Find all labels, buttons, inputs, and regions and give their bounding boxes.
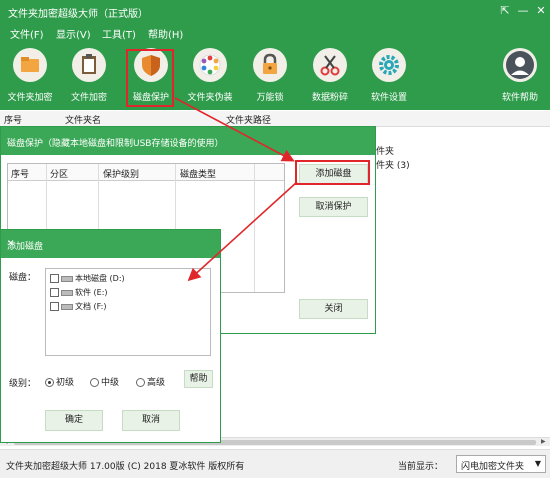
display-label: 当前显示： bbox=[398, 462, 444, 472]
display-value: 闪电加密文件夹 bbox=[461, 462, 525, 472]
toolbar-label: 文件加密 bbox=[70, 93, 107, 103]
radio-label: 中级 bbox=[101, 378, 120, 388]
checkbox[interactable] bbox=[50, 274, 59, 283]
ok-button[interactable]: 确定 bbox=[45, 410, 103, 431]
level-label: 级别： bbox=[9, 379, 37, 389]
title-bar: 文件夹加密超级大师（正式版） ⇱ — ✕ bbox=[0, 0, 550, 22]
table-header: 序号 分区 保护级别 磁盘类型 bbox=[8, 164, 284, 181]
drive-icon bbox=[61, 303, 73, 310]
cancel-button[interactable]: 取消 bbox=[122, 410, 180, 431]
dialog-title: 磁盘保护（隐藏本地磁盘和限制USB存储设备的使用） bbox=[7, 139, 224, 149]
toolbar-help[interactable]: 软件帮助 bbox=[490, 48, 550, 103]
column-index[interactable]: 序号 bbox=[4, 113, 22, 126]
toolbar-universal-lock[interactable]: 万能锁 bbox=[240, 48, 300, 103]
app-title: 文件夹加密超级大师（正式版） bbox=[8, 9, 148, 20]
disk-name: 软件 (E:) bbox=[75, 288, 108, 297]
clipboard-icon bbox=[72, 48, 106, 82]
toolbar-label: 文件夹伪装 bbox=[187, 93, 233, 103]
menu-view[interactable]: 显示(V) bbox=[56, 26, 91, 41]
list-row[interactable]: 件夹 bbox=[376, 144, 394, 157]
radio-label: 高级 bbox=[147, 378, 166, 388]
toolbar-settings[interactable]: 软件设置 bbox=[359, 48, 419, 103]
dialog-title-bar: 磁盘保护（隐藏本地磁盘和限制USB存储设备的使用） bbox=[1, 127, 375, 155]
toolbar-folder-disguise[interactable]: 文件夹伪装 bbox=[180, 48, 240, 103]
radio-icon bbox=[136, 378, 145, 387]
close-icon[interactable]: ✕ bbox=[534, 4, 548, 17]
cancel-protect-button[interactable]: 取消保护 bbox=[299, 197, 368, 217]
list-header: 序号 文件夹名 文件夹路径 bbox=[0, 111, 550, 127]
disk-item-d[interactable]: 本地磁盘 (D:) bbox=[50, 273, 125, 285]
radio-label: 初级 bbox=[56, 378, 75, 388]
add-disk-dialog: 添加磁盘 ✕ 磁盘： 本地磁盘 (D:) 软件 (E:) 文档 (F:) 级别：… bbox=[0, 229, 221, 443]
column-index: 序号 bbox=[11, 170, 30, 180]
copyright-text: 文件夹加密超级大师 17.00版 (C) 2018 夏冰软件 版权所有 bbox=[6, 462, 245, 472]
folder-icon bbox=[13, 48, 47, 82]
disk-label: 磁盘： bbox=[9, 273, 37, 283]
disk-item-e[interactable]: 软件 (E:) bbox=[50, 287, 108, 299]
user-icon bbox=[503, 48, 537, 82]
toolbar-label: 软件帮助 bbox=[501, 93, 538, 103]
column-protect-level: 保护级别 bbox=[103, 170, 140, 180]
column-partition: 分区 bbox=[50, 170, 69, 180]
radio-icon bbox=[45, 378, 54, 387]
disk-name: 文档 (F:) bbox=[75, 302, 107, 311]
toolbar-label: 软件设置 bbox=[370, 93, 407, 103]
menu-bar: 文件(F) 显示(V) 工具(T) 帮助(H) bbox=[0, 24, 550, 41]
minimize-icon[interactable]: — bbox=[516, 4, 530, 17]
drive-icon bbox=[61, 275, 73, 282]
level-radio-high[interactable]: 高级 bbox=[136, 375, 165, 388]
toolbar-label: 文件夹加密 bbox=[7, 93, 53, 103]
toolbar-file-encrypt[interactable]: 文件加密 bbox=[59, 48, 119, 103]
palette-icon bbox=[193, 48, 227, 82]
toolbar-data-shred[interactable]: 数据粉碎 bbox=[300, 48, 360, 103]
toolbar-folder-encrypt[interactable]: 文件夹加密 bbox=[0, 48, 60, 103]
menu-help[interactable]: 帮助(H) bbox=[148, 26, 183, 41]
toolbar-label: 万能锁 bbox=[256, 93, 284, 103]
disk-item-f[interactable]: 文档 (F:) bbox=[50, 301, 106, 313]
lock-icon bbox=[253, 48, 287, 82]
close-button[interactable]: 关闭 bbox=[299, 299, 368, 319]
toolbar-label: 数据粉碎 bbox=[311, 93, 348, 103]
highlight-add-disk bbox=[295, 160, 370, 185]
status-bar: 文件夹加密超级大师 17.00版 (C) 2018 夏冰软件 版权所有 当前显示… bbox=[0, 449, 550, 478]
list-row[interactable]: 件夹 (3) bbox=[376, 158, 410, 171]
gear-icon bbox=[372, 48, 406, 82]
column-divider bbox=[254, 164, 255, 292]
chevron-down-icon: ▼ bbox=[534, 459, 541, 468]
display-select[interactable]: 闪电加密文件夹 ▼ bbox=[456, 455, 546, 473]
restore-icon[interactable]: ⇱ bbox=[498, 4, 512, 17]
menu-tools[interactable]: 工具(T) bbox=[102, 26, 136, 41]
disk-name: 本地磁盘 (D:) bbox=[75, 274, 125, 283]
checkbox[interactable] bbox=[50, 288, 59, 297]
level-radio-basic[interactable]: 初级 bbox=[45, 375, 74, 388]
scissors-icon bbox=[313, 48, 347, 82]
disk-list[interactable]: 本地磁盘 (D:) 软件 (E:) 文档 (F:) bbox=[45, 268, 211, 356]
column-folder-name[interactable]: 文件夹名 bbox=[65, 113, 101, 126]
column-disk-type: 磁盘类型 bbox=[180, 170, 217, 180]
checkbox[interactable] bbox=[50, 302, 59, 311]
menu-file[interactable]: 文件(F) bbox=[10, 26, 44, 41]
drive-icon bbox=[61, 289, 73, 296]
radio-icon bbox=[90, 378, 99, 387]
highlight-disk-protect bbox=[126, 49, 174, 107]
help-button[interactable]: 帮助 bbox=[184, 370, 213, 388]
dialog-title-bar: 添加磁盘 ✕ bbox=[1, 230, 220, 258]
column-folder-path[interactable]: 文件夹路径 bbox=[226, 113, 271, 126]
level-radio-medium[interactable]: 中级 bbox=[90, 375, 119, 388]
top-bar: 文件夹加密超级大师（正式版） ⇱ — ✕ 文件(F) 显示(V) 工具(T) 帮… bbox=[0, 0, 550, 110]
close-icon[interactable]: ✕ bbox=[7, 239, 215, 249]
scroll-right-icon[interactable]: ▶ bbox=[541, 438, 546, 445]
